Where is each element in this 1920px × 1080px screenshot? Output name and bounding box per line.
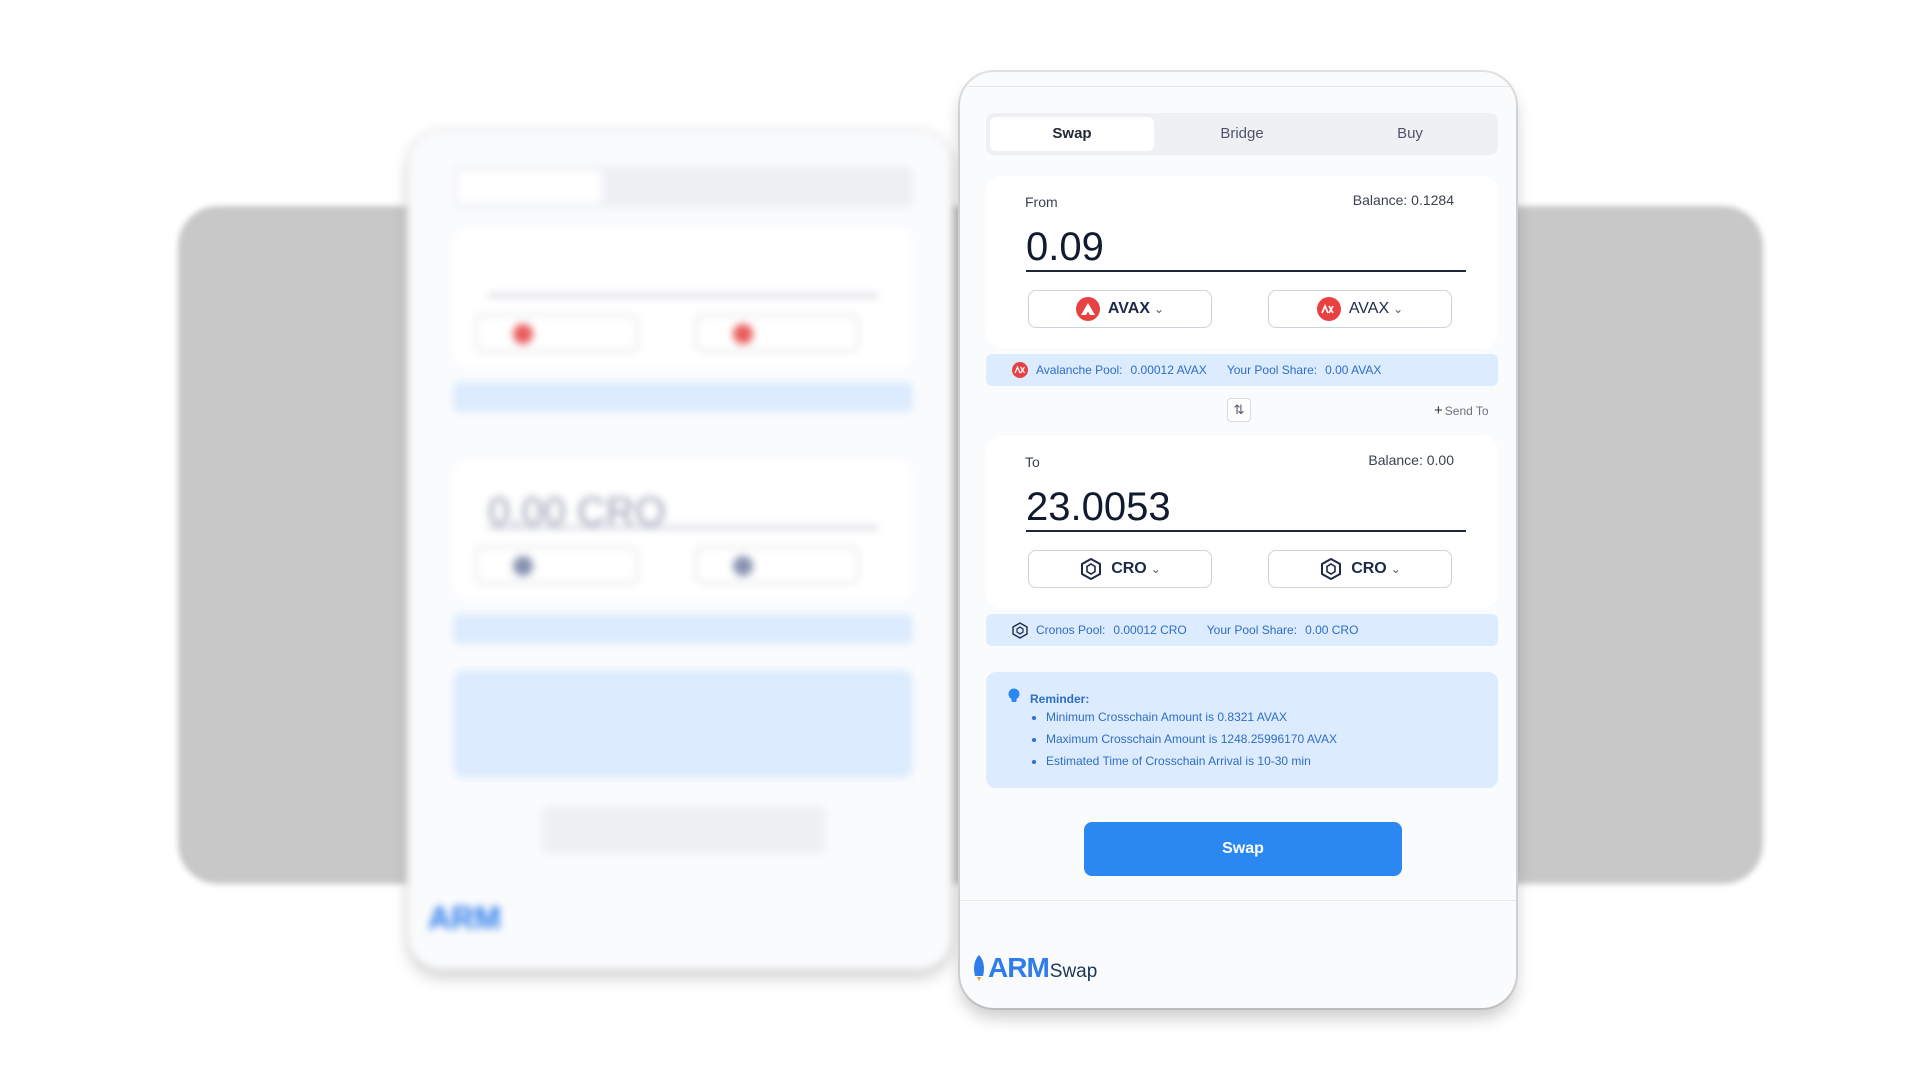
pool-share-value: 0.00 CRO bbox=[1305, 623, 1359, 637]
avalanche-pool-info: Avalanche Pool: 0.00012 AVAX Your Pool S… bbox=[986, 354, 1498, 386]
cronos-icon bbox=[1319, 557, 1343, 581]
chevron-down-icon: ⌄ bbox=[1390, 562, 1401, 576]
from-balance: Balance: 0.1284 bbox=[1352, 192, 1454, 208]
blurred-to-panel: 0.00 CRO bbox=[453, 460, 913, 600]
blurred-reminder bbox=[453, 670, 913, 778]
plus-icon: + bbox=[1434, 402, 1443, 419]
tab-buy[interactable]: Buy bbox=[1328, 117, 1492, 151]
pool-value: 0.00012 AVAX bbox=[1130, 363, 1207, 377]
blurred-background-card: 0.00 CRO ARM bbox=[408, 130, 952, 970]
tab-swap[interactable]: Swap bbox=[990, 117, 1154, 151]
from-label: From bbox=[1025, 194, 1058, 210]
tab-bar: Swap Bridge Buy bbox=[986, 113, 1498, 155]
chevron-down-icon: ⌄ bbox=[1154, 302, 1165, 316]
tab-bridge[interactable]: Bridge bbox=[1160, 117, 1324, 151]
reminder-item: Estimated Time of Crosschain Arrival is … bbox=[1046, 754, 1337, 769]
from-dest-token-select[interactable]: AVAX ⌄ bbox=[1268, 290, 1452, 328]
avalanche-icon bbox=[1075, 297, 1100, 321]
chevron-down-icon: ⌄ bbox=[1393, 302, 1404, 316]
blurred-from-panel bbox=[453, 228, 913, 368]
from-source-token-select[interactable]: AVAX ⌄ bbox=[1028, 290, 1212, 328]
blurred-pool-bar-2 bbox=[453, 614, 913, 644]
divider bbox=[960, 900, 1516, 901]
pool-share-value: 0.00 AVAX bbox=[1325, 363, 1382, 377]
to-source-token-select[interactable]: CRO ⌄ bbox=[1028, 550, 1212, 588]
divider bbox=[960, 86, 1516, 87]
pool-share-label: Your Pool Share: bbox=[1206, 623, 1298, 637]
to-balance: Balance: 0.00 bbox=[1368, 452, 1454, 468]
reminder-list: Minimum Crosschain Amount is 0.8321 AVAX… bbox=[1032, 710, 1337, 776]
to-dest-token-select[interactable]: CRO ⌄ bbox=[1268, 550, 1452, 588]
reminder-box: Reminder: Minimum Crosschain Amount is 0… bbox=[986, 672, 1498, 788]
pool-value: 0.00012 CRO bbox=[1113, 623, 1187, 637]
token-name: CRO bbox=[1111, 560, 1147, 577]
blurred-tabs bbox=[453, 166, 913, 208]
cronos-icon bbox=[1012, 621, 1028, 639]
swap-direction-icon[interactable]: ⇅ bbox=[1227, 398, 1251, 422]
reminder-item: Minimum Crosschain Amount is 0.8321 AVAX bbox=[1046, 710, 1337, 725]
from-amount-input[interactable] bbox=[1026, 224, 1466, 272]
from-panel: From Balance: 0.1284 AVAX ⌄ AVAX ⌄ bbox=[986, 176, 1498, 348]
token-name: AVAX bbox=[1107, 300, 1150, 317]
token-name: AVAX bbox=[1348, 300, 1390, 317]
reminder-title: Reminder: bbox=[1030, 692, 1090, 706]
chevron-down-icon: ⌄ bbox=[1150, 562, 1161, 576]
rocket-icon bbox=[974, 955, 984, 981]
blurred-swap-button bbox=[541, 806, 826, 854]
pool-share-label: Your Pool Share: bbox=[1226, 363, 1318, 377]
pool-label: Avalanche Pool: bbox=[1036, 363, 1123, 377]
send-to-button[interactable]: + Send To bbox=[1434, 402, 1489, 419]
avalanche-icon bbox=[1316, 297, 1341, 321]
lightbulb-icon bbox=[1008, 688, 1020, 707]
avalanche-icon bbox=[1012, 362, 1028, 378]
to-amount-input[interactable] bbox=[1026, 484, 1466, 532]
pool-label: Cronos Pool: bbox=[1036, 623, 1106, 637]
swap-card: Swap Bridge Buy From Balance: 0.1284 AVA… bbox=[960, 72, 1516, 1008]
blurred-pool-bar bbox=[453, 382, 913, 412]
to-panel: To Balance: 0.00 CRO ⌄ CRO ⌄ bbox=[986, 436, 1498, 608]
to-label: To bbox=[1025, 454, 1040, 470]
cronos-icon bbox=[1079, 557, 1103, 581]
cronos-pool-info: Cronos Pool: 0.00012 CRO Your Pool Share… bbox=[986, 614, 1498, 646]
blurred-logo: ARM bbox=[428, 900, 501, 936]
token-name: CRO bbox=[1351, 560, 1387, 577]
reminder-item: Maximum Crosschain Amount is 1248.259961… bbox=[1046, 732, 1337, 747]
armswap-logo: ARM Swap bbox=[970, 954, 1097, 982]
swap-button[interactable]: Swap bbox=[1084, 822, 1402, 876]
